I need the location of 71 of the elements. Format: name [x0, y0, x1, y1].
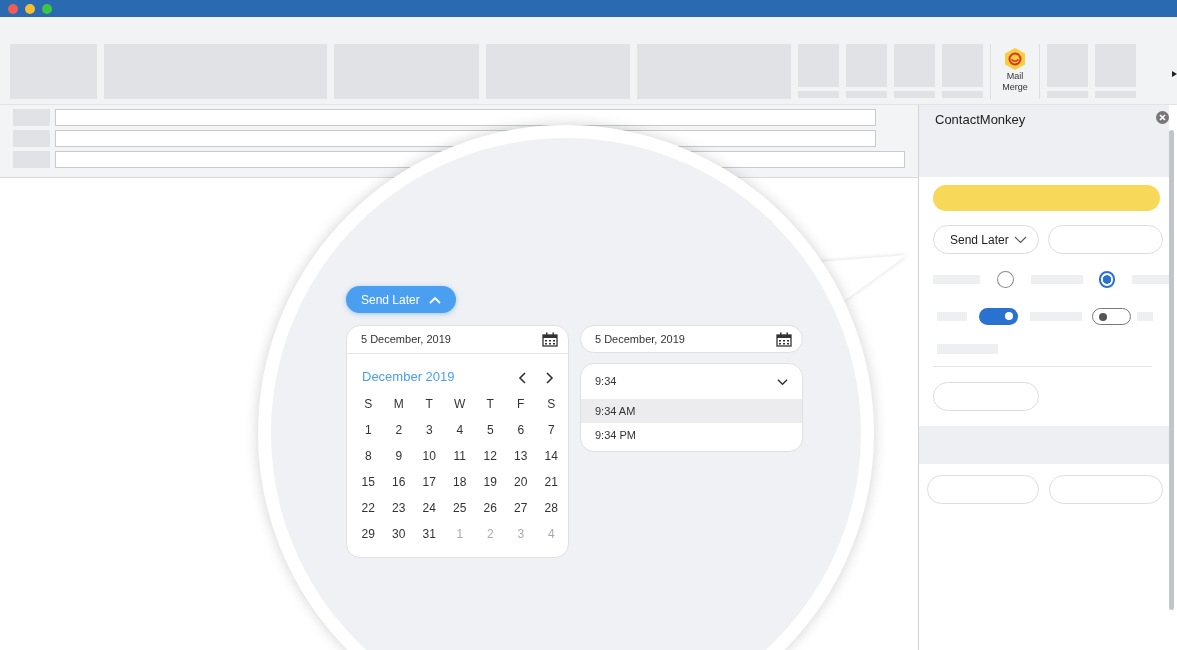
chevron-right-icon: [546, 371, 554, 384]
calendar-day[interactable]: 12: [475, 442, 506, 469]
chevron-left-icon: [518, 371, 526, 384]
chevron-down-icon: [1013, 235, 1027, 244]
calendar-day[interactable]: 28: [536, 494, 567, 521]
button-label: Mail Merge: [1001, 71, 1029, 93]
panel-title: ContactMonkey: [935, 111, 1026, 129]
send-later-dropdown[interactable]: Send Later: [933, 225, 1039, 254]
empty-button[interactable]: [933, 382, 1039, 411]
date-value: 5 December, 2019: [361, 332, 451, 348]
weekday-label: M: [392, 395, 405, 413]
calendar-day[interactable]: 13: [505, 442, 536, 469]
calendar-day[interactable]: 1: [353, 416, 384, 443]
calendar-day[interactable]: 17: [414, 468, 445, 495]
time-select[interactable]: 9:34: [581, 364, 802, 399]
weekday-label: S: [363, 395, 374, 413]
logo-icon: [1003, 47, 1028, 71]
calendar-icon: [542, 332, 558, 347]
input-field[interactable]: [55, 109, 876, 126]
calendar-day[interactable]: 24: [414, 494, 445, 521]
calendar-day[interactable]: 4: [444, 416, 475, 443]
calendar-day[interactable]: 29: [353, 520, 384, 547]
toggle-switch[interactable]: [1092, 308, 1131, 325]
zoom-button[interactable]: [42, 3, 52, 14]
calendar-day[interactable]: 14: [536, 442, 567, 469]
more-arrow-icon[interactable]: [1172, 71, 1177, 77]
date-field[interactable]: 5 December, 2019: [581, 326, 802, 352]
weekday-label: F: [516, 395, 526, 413]
calendar-day[interactable]: 21: [536, 468, 567, 495]
calendar-day[interactable]: 5: [475, 416, 506, 443]
minimize-button[interactable]: [25, 3, 35, 14]
calendar-day[interactable]: 3: [414, 416, 445, 443]
weekday-label: W: [453, 395, 467, 413]
close-icon[interactable]: [1156, 111, 1169, 124]
empty-button[interactable]: [1049, 475, 1163, 504]
calendar-day[interactable]: 18: [444, 468, 475, 495]
calendar-day[interactable]: 11: [444, 442, 475, 469]
placeholder-bar: [1132, 275, 1169, 284]
calendar-day[interactable]: 19: [475, 468, 506, 495]
calendar-day[interactable]: 8: [353, 442, 384, 469]
calendar-day[interactable]: 30: [383, 520, 414, 547]
calendar-icon: [776, 331, 792, 347]
weekday-label: S: [546, 395, 557, 413]
radio-button[interactable]: [1098, 271, 1116, 288]
calendar-day[interactable]: 16: [383, 468, 414, 495]
mail-merge-button[interactable]: Mail Merge: [990, 44, 1040, 99]
weekday-label: T: [485, 395, 495, 413]
toggle-switch[interactable]: [979, 308, 1018, 325]
weekday-label: T: [424, 395, 434, 413]
calendar-day[interactable]: 27: [505, 494, 536, 521]
time-option[interactable]: 9:34 AM: [581, 399, 802, 423]
radio-button[interactable]: [997, 271, 1015, 288]
calendar-day[interactable]: 20: [505, 468, 536, 495]
empty-button[interactable]: [927, 475, 1039, 504]
time-option[interactable]: 9:34 PM: [581, 423, 802, 447]
primary-button[interactable]: [933, 185, 1160, 211]
calendar-day[interactable]: 9: [383, 442, 414, 469]
calendar-day[interactable]: 15: [353, 468, 384, 495]
calendar-day[interactable]: 26: [475, 494, 506, 521]
calendar-day[interactable]: 23: [383, 494, 414, 521]
calendar-day[interactable]: 10: [414, 442, 445, 469]
calendar-day[interactable]: 6: [505, 416, 536, 443]
scrollbar[interactable]: [1169, 130, 1174, 610]
calendar-day[interactable]: 2: [383, 416, 414, 443]
calendar-day[interactable]: 25: [444, 494, 475, 521]
calendar-day[interactable]: 7: [536, 416, 567, 443]
month-title: December 2019: [362, 368, 455, 386]
calendar-day[interactable]: 31: [414, 520, 445, 547]
empty-button[interactable]: [1048, 225, 1163, 254]
close-button[interactable]: [8, 3, 18, 14]
calendar-day[interactable]: 22: [353, 494, 384, 521]
